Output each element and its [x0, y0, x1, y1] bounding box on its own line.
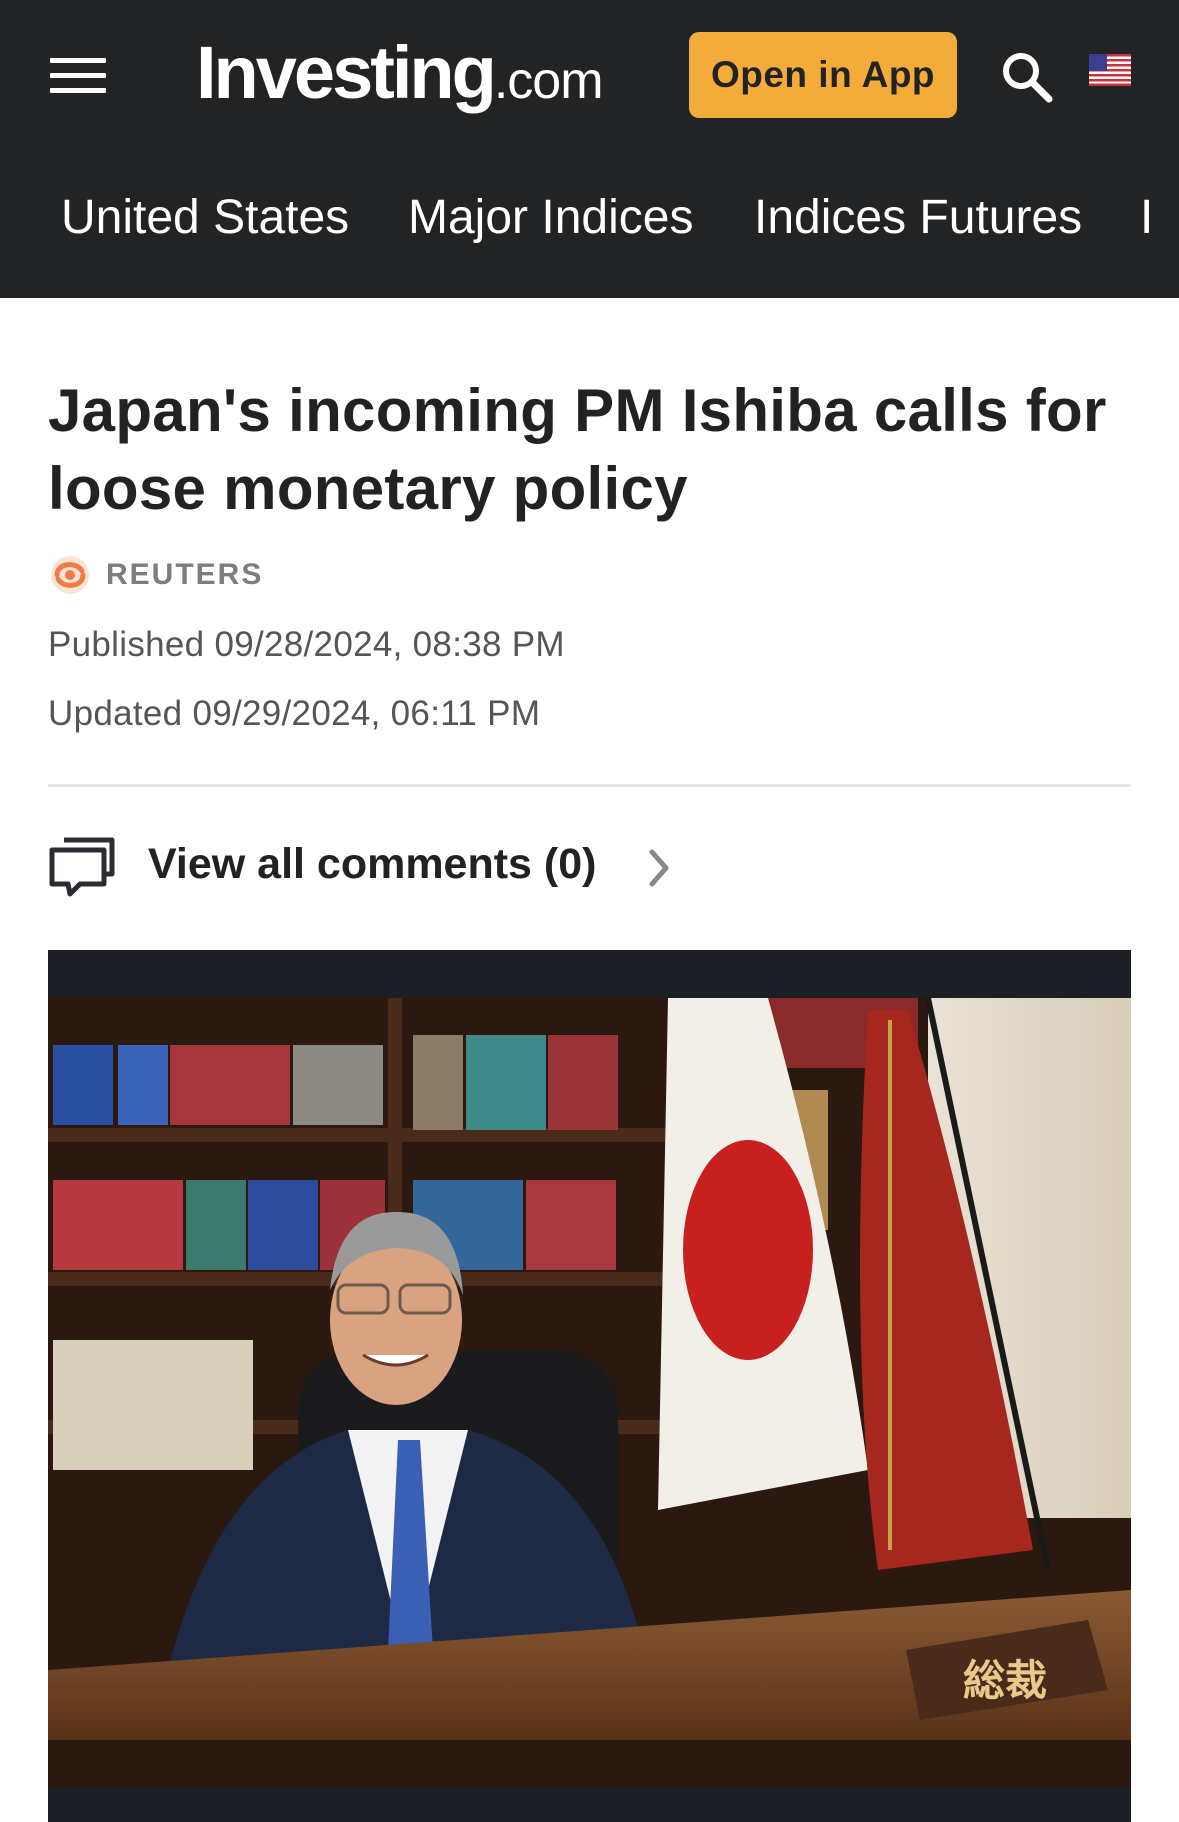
- chevron-right-icon: [649, 849, 669, 887]
- nav-item-major-indices[interactable]: Major Indices: [408, 190, 693, 245]
- top-nav: United States Major Indices Indices Futu…: [0, 190, 1179, 260]
- reuters-logo-icon: [51, 556, 89, 594]
- us-flag-icon[interactable]: [1089, 54, 1131, 86]
- ishiba-office-photo: 総裁: [48, 997, 1131, 1788]
- comments-icon: [49, 837, 115, 897]
- nav-item-united-states[interactable]: United States: [61, 190, 349, 245]
- nav-item-indices-futures[interactable]: Indices Futures: [754, 190, 1082, 245]
- nav-item-partial[interactable]: I: [1140, 190, 1153, 245]
- divider: [48, 784, 1131, 787]
- site-header: Investing.com Open in App United States …: [0, 0, 1179, 298]
- investing-logo[interactable]: Investing.com: [196, 30, 604, 115]
- logo-tld: .com: [493, 52, 604, 110]
- open-in-app-button[interactable]: Open in App: [689, 32, 957, 118]
- hamburger-menu-icon[interactable]: [50, 58, 106, 94]
- published-date: Published 09/28/2024, 08:38 PM: [48, 625, 565, 664]
- updated-date: Updated 09/29/2024, 06:11 PM: [48, 694, 541, 733]
- desk-plate-text: 総裁: [963, 1656, 1047, 1705]
- article-source[interactable]: REUTERS: [48, 552, 263, 598]
- article-title: Japan's incoming PM Ishiba calls for loo…: [48, 377, 1107, 522]
- logo-brand: Investing: [196, 31, 497, 114]
- comments-label: View all comments (0): [148, 840, 597, 888]
- source-label: REUTERS: [106, 558, 264, 591]
- article-photo: 総裁: [48, 950, 1131, 1822]
- search-icon[interactable]: [1000, 50, 1054, 104]
- view-comments-link[interactable]: View all comments (0): [48, 832, 688, 902]
